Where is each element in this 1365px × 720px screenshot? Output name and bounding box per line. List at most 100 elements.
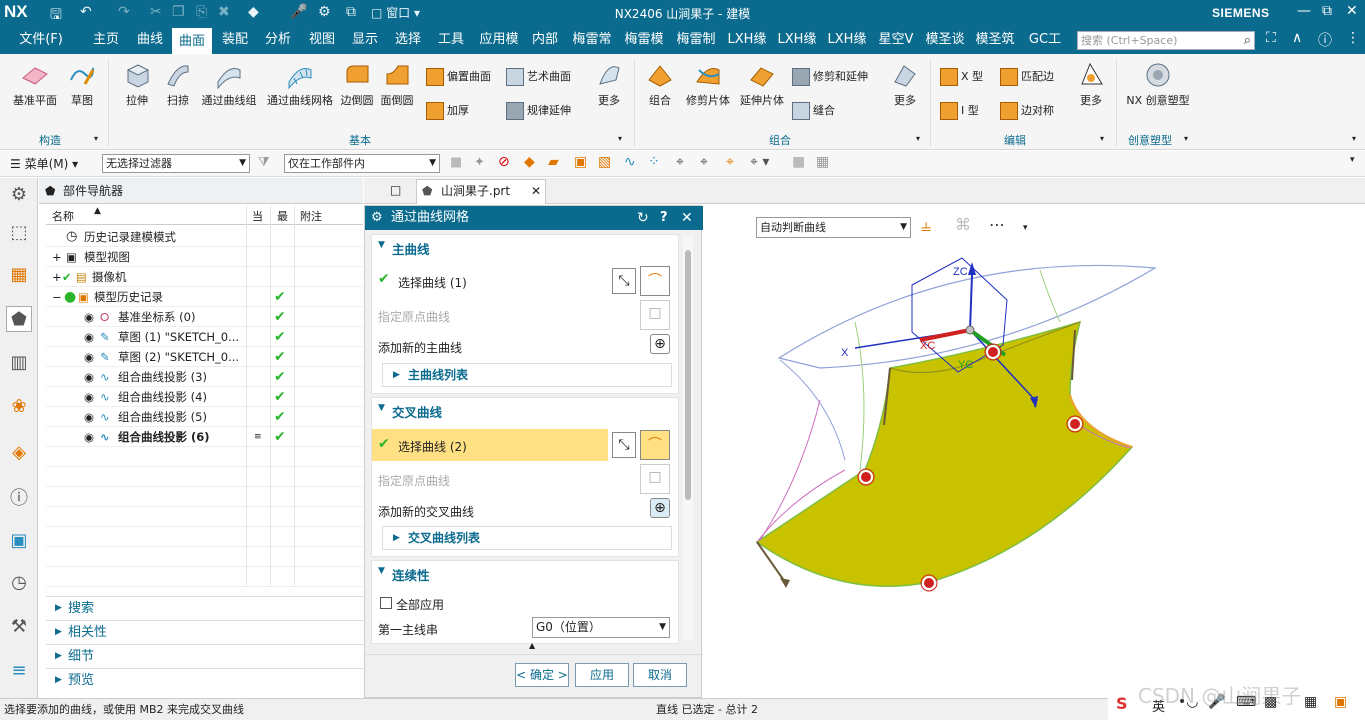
cross-curve-list-toggle[interactable]: ▶ 交叉曲线列表 xyxy=(382,526,672,550)
snap-control-icon[interactable]: ⌖ xyxy=(726,154,734,170)
curve-handle[interactable] xyxy=(922,576,936,590)
reuse-library-icon[interactable]: ▥ xyxy=(6,350,32,376)
tab-meilei-3[interactable]: 梅雷制 xyxy=(671,26,721,54)
tree-row-sketch-2[interactable]: ◉ ✎ 草图 (2) "SKETCH_0... ✔ xyxy=(46,347,363,367)
show-all-icon[interactable]: ▦ xyxy=(816,154,829,170)
sweep-button[interactable]: 扫掠 xyxy=(158,60,198,108)
snap-options-icon[interactable]: ⌖ ▾ xyxy=(750,154,769,170)
panel-details[interactable]: ▶ 细节 xyxy=(46,644,363,667)
dialog-scrollbar[interactable] xyxy=(683,236,693,640)
chevron-down-icon[interactable]: ▾ xyxy=(94,134,98,143)
ribbon-options-icon[interactable]: ⋮ xyxy=(1346,30,1360,46)
first-primary-select[interactable]: G0（位置） ▼ xyxy=(532,617,670,638)
curve-handle[interactable] xyxy=(986,345,1000,359)
scrollbar-thumb[interactable] xyxy=(685,250,691,500)
origin-curve-icon[interactable]: □ xyxy=(640,300,670,330)
tab-xingkong[interactable]: 星空V xyxy=(873,26,919,54)
mesh-surface[interactable] xyxy=(755,320,1134,587)
tab-lxh-1[interactable]: LXH缘 xyxy=(723,26,771,54)
combine-button[interactable]: 组合 xyxy=(640,60,680,108)
reverse-direction-icon[interactable]: ⤡ xyxy=(612,432,636,458)
panel-dependencies[interactable]: ▶ 相关性 xyxy=(46,620,363,643)
tab-meilei-2[interactable]: 梅雷模 xyxy=(619,26,669,54)
select-cross-curve[interactable]: 选择曲线 (2) xyxy=(398,438,467,455)
tab-lxh-3[interactable]: LXH缘 xyxy=(823,26,871,54)
ok-button[interactable]: < 确定 > xyxy=(515,663,569,687)
more-options-chevron-icon[interactable]: ▲ xyxy=(529,641,535,650)
settings-icon[interactable]: ⚙ xyxy=(6,182,32,208)
sort-ascending-icon[interactable]: ▲ xyxy=(94,206,101,216)
reset-icon[interactable]: ↻ xyxy=(637,206,649,230)
search-input[interactable]: 搜索 (Ctrl+Space) ⌕ xyxy=(1077,31,1255,50)
tab-internal[interactable]: 内部 xyxy=(526,26,564,54)
add-cross-curve-button[interactable]: ⊕ xyxy=(650,498,670,518)
i-type-button[interactable]: I 型 xyxy=(940,102,979,120)
visibility-eye-icon[interactable]: ◉ xyxy=(84,407,94,427)
fullscreen-icon[interactable]: ⛶ xyxy=(1266,30,1276,46)
curve-select-icon[interactable]: ⌒ xyxy=(640,266,670,296)
column-latest[interactable]: 最 xyxy=(277,208,288,224)
tab-lxh-2[interactable]: LXH缘 xyxy=(773,26,821,54)
reverse-direction-icon[interactable]: ⤡ xyxy=(612,268,636,294)
primary-curve-list-toggle[interactable]: ▶ 主曲线列表 xyxy=(382,363,672,387)
tree-row-projection-4[interactable]: ◉ ∿ 组合曲线投影 (4) ✔ xyxy=(46,387,363,407)
edge-symmetry-button[interactable]: 边对称 xyxy=(1000,102,1054,120)
column-current[interactable]: 当 xyxy=(252,208,263,224)
sew-button[interactable]: 缝合 xyxy=(792,102,835,120)
law-extension-button[interactable]: 规律延伸 xyxy=(506,102,571,120)
curve-rule-icon[interactable]: ∿ xyxy=(624,154,636,170)
apply-all-checkbox[interactable] xyxy=(380,597,392,609)
match-edge-button[interactable]: 匹配边 xyxy=(1000,68,1054,86)
tree-row-model-history[interactable]: − ● ▣ 模型历史记录 ✔ xyxy=(46,287,363,307)
type-filter-select[interactable]: 无选择过滤器 ▼ xyxy=(102,154,250,173)
tab-meilei-1[interactable]: 梅雷常 xyxy=(567,26,617,54)
maximize-pane-icon[interactable]: □ xyxy=(390,183,401,197)
history-icon[interactable]: ◷ xyxy=(6,570,32,596)
select-primary-curve[interactable]: 选择曲线 (1) xyxy=(398,274,467,291)
tab-display[interactable]: 显示 xyxy=(345,26,385,54)
collapse-section-icon[interactable]: ▼ xyxy=(378,403,385,413)
toolbar-expand-icon[interactable]: ▾ xyxy=(1350,155,1355,165)
tree-row-history-mode[interactable]: ◷ 历史记录建模模式 xyxy=(46,227,363,247)
tab-home[interactable]: 主页 xyxy=(86,26,126,54)
tools-icon[interactable]: ⚒ xyxy=(6,614,32,640)
snap-midpoint-icon[interactable]: ⌖ xyxy=(700,154,708,170)
tab-view[interactable]: 视图 xyxy=(302,26,342,54)
tab-mosheng-1[interactable]: 模圣谈 xyxy=(921,26,969,54)
ribbon-expand-icon[interactable]: ▾ xyxy=(1352,134,1356,143)
ime-tools-icon[interactable]: ▦ xyxy=(1304,694,1317,710)
deselect-icon[interactable]: ⊘ xyxy=(498,154,510,170)
x-type-button[interactable]: X 型 xyxy=(940,68,983,86)
visibility-eye-icon[interactable]: ◉ xyxy=(84,367,94,387)
close-window-icon[interactable]: ✕ xyxy=(1346,3,1358,19)
column-name[interactable]: 名称 xyxy=(52,208,74,224)
snap-endpoint-icon[interactable]: ⌖ xyxy=(676,154,684,170)
tab-file[interactable]: 文件(F) xyxy=(10,26,72,54)
curve-handle[interactable] xyxy=(1068,417,1082,431)
assembly-navigator-icon[interactable]: ⬚ xyxy=(6,220,32,246)
filter-icon[interactable]: ⧩ xyxy=(258,155,270,170)
through-curves-button[interactable]: 通过曲线组 xyxy=(198,60,260,108)
minimize-icon[interactable]: — xyxy=(1297,3,1311,19)
constraint-navigator-icon[interactable]: ▦ xyxy=(6,262,32,288)
ime-logo-icon[interactable]: S xyxy=(1116,694,1128,713)
graphics-viewport[interactable]: 自动判断曲线 ▼ ⫨ ⌘ ⋯ ▾ ZC XC YC X Y xyxy=(703,205,1365,698)
specify-origin-curve[interactable]: 指定原点曲线 xyxy=(378,472,450,489)
web-browser-icon[interactable]: ◈ xyxy=(6,440,32,466)
datum-plane-button[interactable]: 基准平面 xyxy=(8,60,62,108)
tree-row-model-views[interactable]: + ▣ 模型视图 xyxy=(46,247,363,267)
tree-row-datum-csys[interactable]: ◉ ⭘ 基准坐标系 (0) ✔ xyxy=(46,307,363,327)
select-feature-icon[interactable]: ■ xyxy=(450,155,462,170)
tree-row-projection-5[interactable]: ◉ ∿ 组合曲线投影 (5) ✔ xyxy=(46,407,363,427)
help-icon[interactable]: ? xyxy=(660,206,668,230)
ime-extra-icon[interactable]: ▣ xyxy=(1334,694,1347,710)
face-blend-button[interactable]: 面倒圆 xyxy=(378,60,416,108)
expand-icon[interactable]: + xyxy=(52,267,62,287)
tab-curve[interactable]: 曲线 xyxy=(130,26,170,54)
chevron-down-icon[interactable]: ▾ xyxy=(916,134,920,143)
scope-select[interactable]: 仅在工作部件内 ▼ xyxy=(284,154,440,173)
visibility-eye-icon[interactable]: ◉ xyxy=(84,327,94,347)
tab-assembly[interactable]: 装配 xyxy=(215,26,255,54)
visibility-eye-icon[interactable]: ◉ xyxy=(84,387,94,407)
tab-gc-tools[interactable]: GC工 xyxy=(1021,26,1069,54)
